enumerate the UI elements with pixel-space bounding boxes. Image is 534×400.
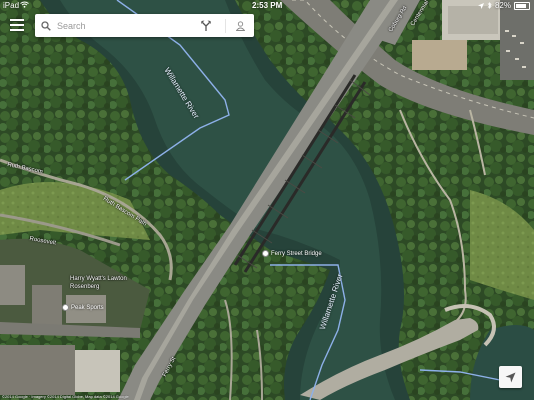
account-button[interactable] xyxy=(225,18,247,33)
battery-percent: 82% xyxy=(494,1,511,10)
building xyxy=(0,345,75,395)
poi-ferry-street-bridge[interactable]: Ferry Street Bridge xyxy=(262,250,322,257)
clock: 2:53 PM xyxy=(252,1,283,10)
place-marker-icon xyxy=(62,304,69,311)
directions-icon xyxy=(201,20,211,31)
hamburger-menu-icon xyxy=(10,19,24,21)
battery-icon xyxy=(514,1,530,10)
building xyxy=(75,350,120,392)
bluetooth-icon xyxy=(487,2,492,9)
device-name: iPad xyxy=(3,1,20,10)
parking-lot xyxy=(500,0,534,80)
location-services-icon xyxy=(477,2,484,9)
user-icon xyxy=(235,20,245,31)
place-marker-icon xyxy=(262,250,269,257)
poi-peak-sports[interactable]: Peak Sports xyxy=(62,304,104,311)
search-icon xyxy=(41,20,51,31)
satellite-map[interactable] xyxy=(0,0,534,400)
my-location-button[interactable] xyxy=(499,366,522,388)
menu-button[interactable] xyxy=(6,15,28,35)
wifi-icon xyxy=(20,1,29,8)
search-bar[interactable] xyxy=(35,14,254,37)
directions-button[interactable] xyxy=(199,19,213,33)
map-attribution: ©2014 Google · Imagery ©2014 Digital Glo… xyxy=(2,394,129,399)
location-arrow-icon xyxy=(505,372,516,382)
dirt-lot xyxy=(412,40,467,70)
search-input[interactable] xyxy=(57,17,199,34)
poi-label: Peak Sports xyxy=(71,304,104,311)
poi-label-rosenberg: Rosenberg xyxy=(70,284,100,290)
building xyxy=(0,265,25,305)
status-bar: iPad 2:53 PM 82% xyxy=(0,0,534,11)
poi-label-wyatt: Harry Wyatt's Lawton xyxy=(70,276,127,282)
poi-label: Ferry Street Bridge xyxy=(271,250,322,257)
building xyxy=(32,285,62,325)
